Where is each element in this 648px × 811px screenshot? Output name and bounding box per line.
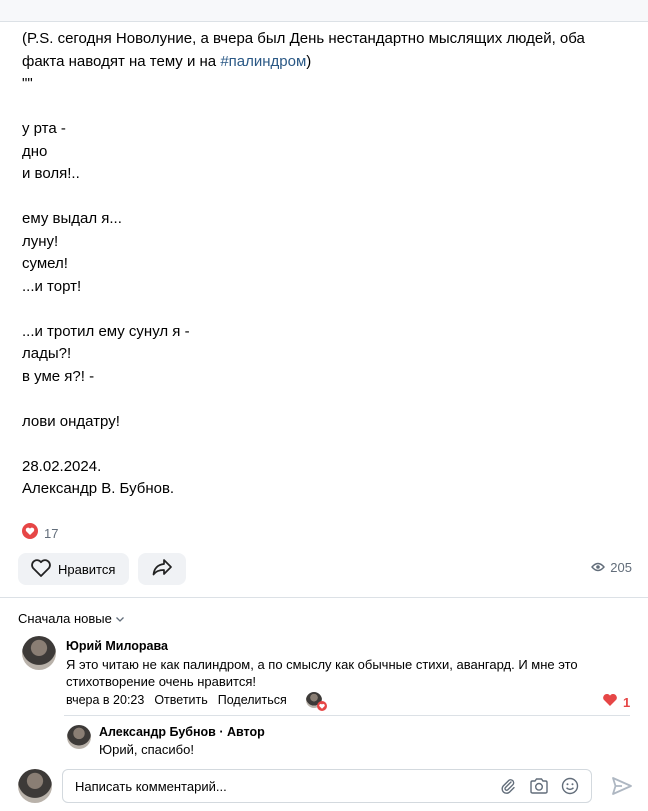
views-count: 205	[610, 560, 632, 575]
post-line-with-hashtag: факта наводят на тему и на #палиндром)	[22, 51, 632, 74]
post-line: луну!	[22, 232, 59, 250]
post-line: дно	[22, 142, 48, 160]
views-counter: 205	[591, 560, 632, 575]
comment-time[interactable]: вчера в 20:23	[66, 693, 144, 707]
post-line: и воля!..	[22, 165, 80, 182]
comment-placeholder: Написать комментарий...	[75, 779, 227, 794]
post-line: ...и торт!	[22, 277, 82, 295]
comment-like-count: 1	[623, 695, 631, 710]
share-button[interactable]	[138, 553, 186, 585]
chevron-down-icon	[115, 611, 125, 626]
hashtag-link[interactable]: #палиндром	[220, 53, 306, 70]
heart-filled-icon	[602, 693, 618, 712]
post-actions: Нравится 205	[18, 553, 632, 585]
heart-outline-icon	[30, 558, 52, 581]
post-line: ""	[22, 75, 33, 92]
post-text: (P.S. сегодня Новолуние, а вчера был Ден…	[22, 28, 632, 501]
camera-icon[interactable]	[529, 777, 549, 800]
comment-meta: вчера в 20:23 Ответить Поделиться	[66, 693, 287, 707]
post-line	[22, 433, 632, 456]
reply-author[interactable]: Александр Бубнов · Автор	[99, 725, 265, 739]
reactions-summary[interactable]: 17	[22, 522, 59, 544]
reply-author-avatar[interactable]	[67, 725, 91, 749]
post-line: Александр В. Бубнов.	[22, 480, 175, 497]
post-line: в уме я?! -	[22, 367, 95, 385]
comment-input[interactable]: Написать комментарий...	[62, 769, 592, 803]
comment-compose-bar: Написать комментарий...	[0, 760, 648, 811]
post-line	[22, 388, 632, 411]
paperclip-icon[interactable]	[499, 777, 517, 800]
reaction-count: 17	[44, 525, 59, 541]
liker-avatar[interactable]	[306, 692, 327, 711]
reply-link[interactable]: Ответить	[154, 693, 207, 707]
my-avatar[interactable]	[18, 769, 52, 803]
emoji-icon[interactable]	[561, 777, 579, 800]
reply-text: Юрий, спасибо!	[99, 742, 194, 757]
eye-icon	[591, 560, 606, 575]
post-line-suffix: )	[306, 52, 312, 70]
post-line: 28.02.2024.	[22, 457, 102, 475]
post-line: у рта -	[22, 120, 66, 137]
comment-like-button[interactable]: 1	[602, 693, 630, 712]
share-arrow-icon	[151, 557, 173, 582]
heart-reaction-icon	[22, 522, 38, 544]
post-line: лови ондатру!	[22, 412, 120, 430]
like-label: Нравится	[58, 561, 116, 577]
commenter-avatar[interactable]	[22, 636, 56, 670]
like-button[interactable]: Нравится	[18, 553, 130, 585]
sort-label: Сначала новые	[18, 611, 112, 626]
section-divider	[0, 597, 648, 598]
post-line: ...и тротил ему сунул я -	[22, 322, 190, 340]
comment-divider	[64, 715, 630, 716]
post-line: сумел!	[22, 255, 68, 272]
post-line: лады?!	[22, 345, 72, 362]
top-bar	[0, 0, 648, 22]
send-icon[interactable]	[611, 775, 633, 802]
comment-author[interactable]: Юрий Милорава	[66, 639, 168, 653]
post-line: факта наводят на тему и на	[22, 52, 221, 70]
post-line: (P.S. сегодня Новолуние, а вчера был Ден…	[22, 30, 585, 47]
share-link[interactable]: Поделиться	[218, 693, 287, 707]
comment-text: Я это читаю не как палиндром, а по смысл…	[66, 657, 578, 689]
post-line: ему выдал я...	[22, 210, 122, 227]
post-line	[22, 298, 632, 321]
post-line	[22, 96, 632, 119]
heart-badge-icon	[317, 698, 327, 716]
post-line	[22, 186, 632, 209]
input-tools	[499, 777, 579, 800]
comments-sort-dropdown[interactable]: Сначала новые	[18, 611, 125, 626]
